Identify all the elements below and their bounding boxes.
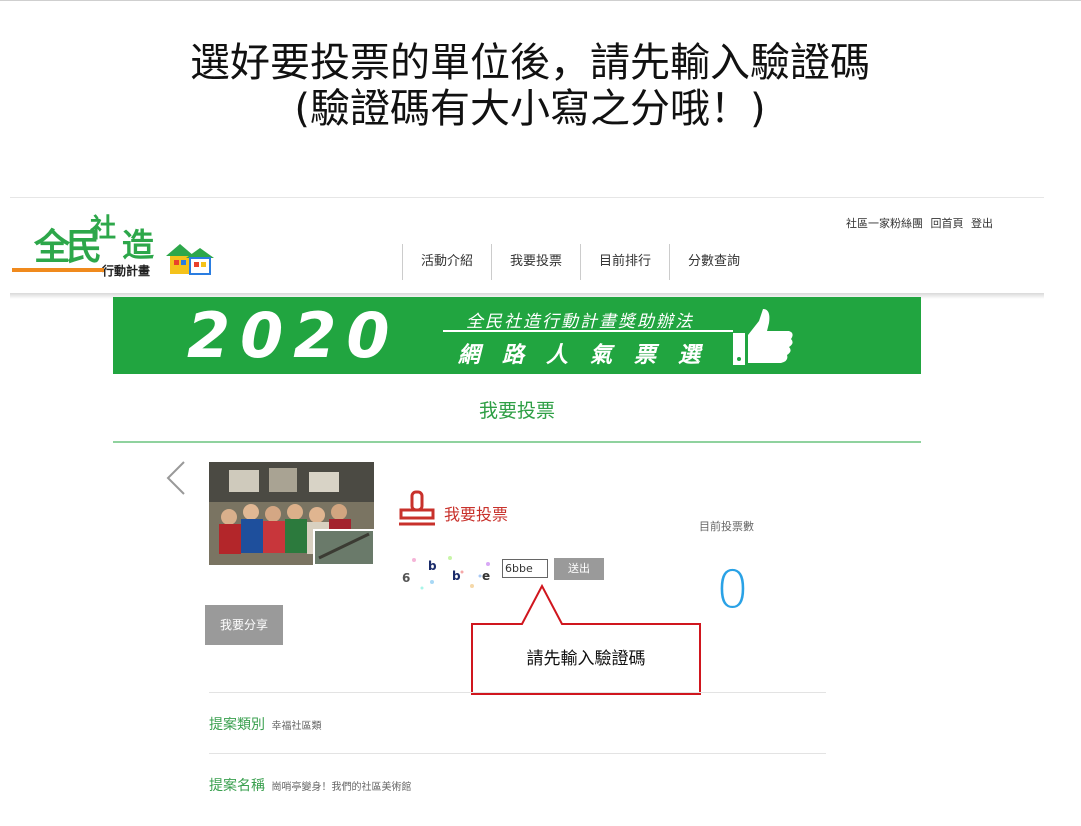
event-banner: 2020 全民社造行動計畫獎助辦法 網路人氣票選 <box>113 297 921 374</box>
captcha-char-2: b <box>428 559 437 573</box>
nav-activity-intro[interactable]: 活動介紹 <box>402 244 491 280</box>
proposal-category-value: 幸福社區類 <box>271 721 322 732</box>
instruction-line-1: 選好要投票的單位後，請先輸入驗證碼 <box>190 40 870 86</box>
vote-count-value: 0 <box>716 560 750 620</box>
nav-score-query[interactable]: 分數查詢 <box>669 244 758 280</box>
stamp-icon <box>399 490 435 526</box>
proposal-category-key: 提案類別 <box>209 717 265 733</box>
houses-icon <box>166 244 214 275</box>
title-underline <box>113 441 921 443</box>
callout-text: 請先輸入驗證碼 <box>526 649 646 669</box>
logo-text-quanmin: 全民 <box>34 226 102 268</box>
nav-ranking[interactable]: 目前排行 <box>580 244 669 280</box>
top-links: 社區一家粉絲團 回首頁 登出 <box>846 215 993 231</box>
logout-link[interactable]: 登出 <box>971 217 993 230</box>
home-link[interactable]: 回首頁 <box>931 217 964 230</box>
chevron-left-icon[interactable] <box>164 460 188 496</box>
captcha-char-3: b <box>452 569 461 583</box>
proposal-category: 提案類別 幸福社區類 <box>209 714 321 734</box>
site-logo[interactable]: 全民 社 造 行動計畫 <box>12 212 217 282</box>
proposal-name-key: 提案名稱 <box>209 778 265 794</box>
submit-button[interactable]: 送出 <box>554 558 604 580</box>
banner-subtitle-top: 全民社造行動計畫獎助辦法 <box>466 312 694 332</box>
slide-instruction: 選好要投票的單位後，請先輸入驗證碼 (驗證碼有大小寫之分哦！) <box>0 40 1060 132</box>
banner-divider <box>443 330 733 332</box>
banner-subtitle-bottom: 網路人氣票選 <box>458 343 723 368</box>
details-divider-2 <box>209 753 826 754</box>
proposal-name: 提案名稱 崗哨亭變身！我們的社區美術館 <box>209 775 411 795</box>
vote-heading: 我要投票 <box>444 505 509 524</box>
page-top-border <box>0 0 1081 1</box>
logo-text-she: 社 <box>90 214 117 244</box>
proposal-name-value: 崗哨亭變身！我們的社區美術館 <box>271 782 412 793</box>
captcha-input[interactable] <box>502 559 548 578</box>
main-nav: 活動介紹 我要投票 目前排行 分數查詢 <box>402 244 758 280</box>
vote-count-label: 目前投票數 <box>699 520 754 533</box>
callout-box <box>471 584 701 695</box>
nav-vote[interactable]: 我要投票 <box>491 244 580 280</box>
thumbs-up-icon <box>733 309 793 365</box>
share-button[interactable]: 我要分享 <box>205 605 283 645</box>
proposal-photo <box>209 462 374 565</box>
screenshot-top-rule <box>10 197 1044 198</box>
logo-text-zao: 造 <box>122 226 155 264</box>
captcha-char-1: 6 <box>402 571 410 585</box>
details-divider-1 <box>209 692 826 693</box>
group-photo-image <box>209 462 374 565</box>
logo-tagline: 行動計畫 <box>102 264 151 278</box>
banner-year: 2020 <box>187 299 400 372</box>
fan-page-link[interactable]: 社區一家粉絲團 <box>846 217 923 230</box>
captcha-char-4: e <box>482 569 490 583</box>
logo-swoosh <box>12 268 104 272</box>
page-title: 我要投票 <box>478 400 555 422</box>
instruction-line-2: (驗證碼有大小寫之分哦！) <box>294 86 766 132</box>
